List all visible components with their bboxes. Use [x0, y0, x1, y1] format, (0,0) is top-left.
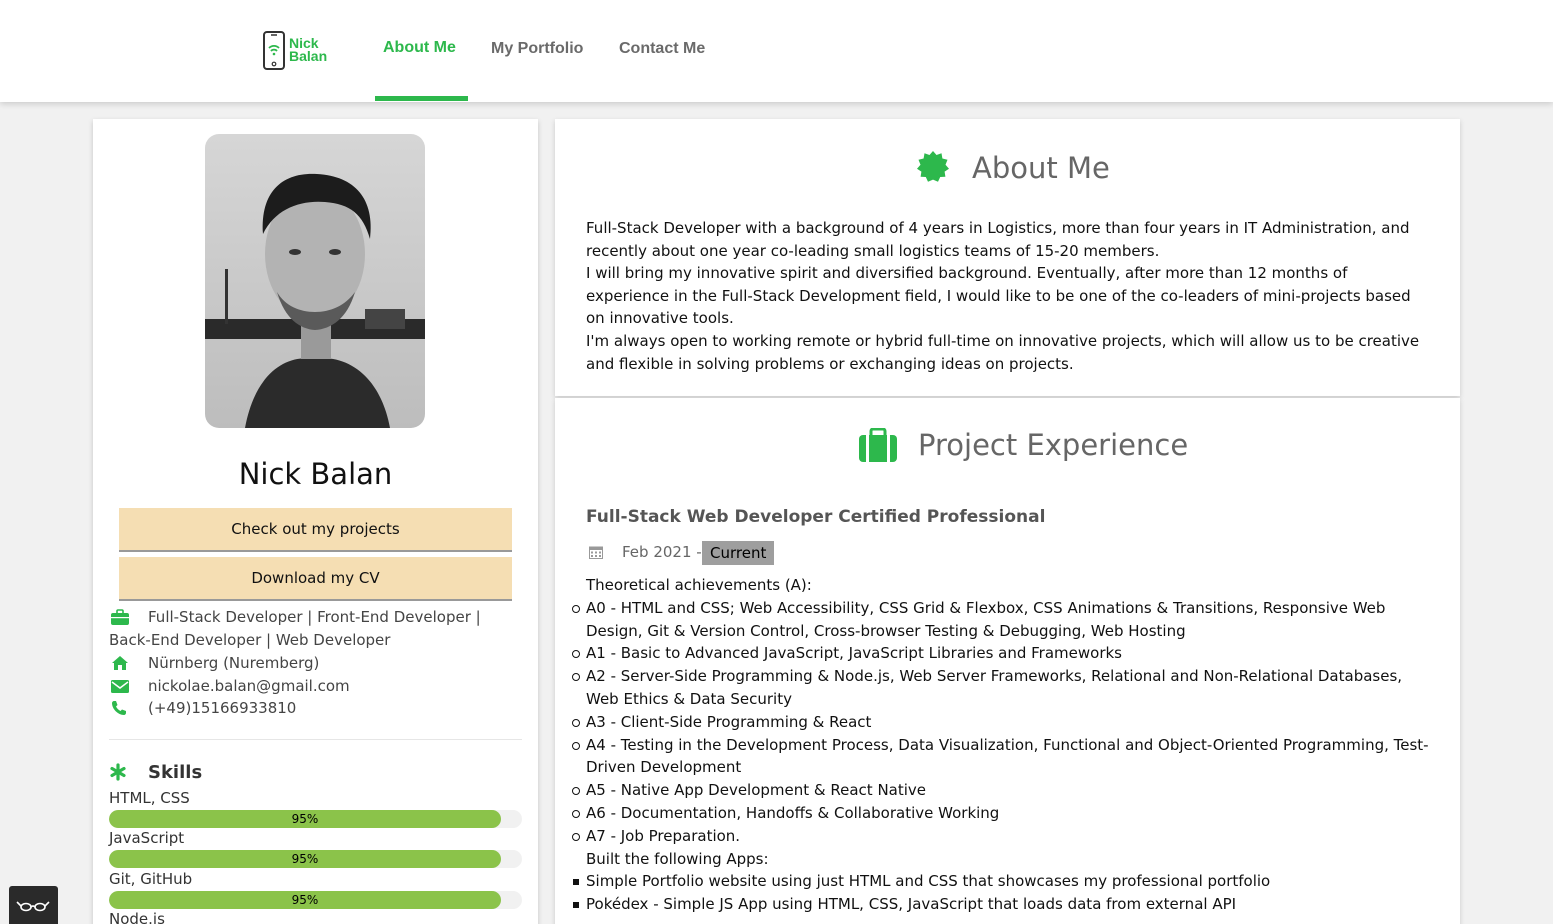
brand-name: Nick Balan	[289, 36, 328, 64]
profile-name: Nick Balan	[238, 457, 393, 491]
list-item: A2 - Server-Side Programming & Node.js, …	[572, 665, 1436, 711]
avatar	[205, 134, 425, 428]
apps-heading: Built the following Apps:	[586, 849, 769, 868]
list-item: A4 - Testing in the Development Process,…	[572, 734, 1436, 780]
accessibility-button[interactable]	[9, 886, 58, 924]
list-item: Pokédex - Simple JS App using HTML, CSS,…	[573, 893, 1436, 916]
home-icon	[112, 656, 128, 670]
skills-title: Skills	[148, 762, 203, 783]
skills-heading: Skills	[109, 762, 202, 783]
nav-active-indicator	[375, 96, 468, 101]
phone-row: (+49)15166933810	[109, 697, 509, 720]
about-paragraph: Full-Stack Developer with a background o…	[586, 219, 1410, 260]
about-paragraph: I'm always open to working remote or hyb…	[586, 331, 1420, 373]
location-text: Nürnberg (Nuremberg)	[148, 654, 320, 672]
briefcase-icon	[111, 609, 129, 625]
profile-card: Nick Balan Check out my projects Downloa…	[93, 119, 538, 924]
location-row: Nürnberg (Nuremberg)	[109, 652, 509, 675]
skill-label: JavaScript	[109, 829, 185, 847]
asterisk-icon	[110, 763, 126, 781]
skill-label: Git, GitHub	[109, 870, 193, 888]
list-item: A5 - Native App Development & React Nati…	[572, 779, 1436, 802]
skill-bar-fill: 95%	[109, 850, 501, 868]
nav-contact-me[interactable]: Contact Me	[619, 40, 705, 58]
list-item: A0 - HTML and CSS; Web Accessibility, CS…	[572, 597, 1436, 643]
calendar-icon	[589, 546, 603, 559]
skill-label: Node.js	[109, 910, 165, 924]
divider	[109, 739, 522, 740]
roles-text: Full-Stack Developer | Front-End Develop…	[109, 608, 481, 649]
about-title: About Me	[972, 151, 1110, 185]
brand-line-2: Balan	[289, 48, 328, 64]
brand-logo[interactable]: Nick Balan	[262, 31, 352, 71]
phone-text[interactable]: (+49)15166933810	[109, 697, 509, 720]
certificate-icon	[917, 151, 949, 182]
job-title: Full-Stack Web Developer Certified Profe…	[586, 507, 1046, 527]
skill-label: HTML, CSS	[109, 789, 190, 807]
envelope-icon	[111, 680, 129, 693]
phone-handset-icon	[112, 701, 126, 715]
list-item: A3 - Client-Side Programming & React	[572, 711, 1436, 734]
theory-list: A0 - HTML and CSS; Web Accessibility, CS…	[572, 597, 1436, 848]
nav-my-portfolio[interactable]: My Portfolio	[491, 40, 583, 58]
email-row: nickolae.balan@gmail.com	[109, 675, 509, 698]
skill-bar: 95%	[109, 810, 522, 828]
email-text[interactable]: nickolae.balan@gmail.com	[109, 675, 509, 698]
glasses-icon	[16, 901, 50, 912]
briefcase-icon	[859, 428, 897, 462]
phone-icon	[263, 31, 285, 70]
about-paragraph: I will bring my innovative spirit and di…	[586, 264, 1411, 328]
top-navbar: Nick Balan About Me My Portfolio Contact…	[0, 0, 1553, 102]
about-card: About Me Full-Stack Developer with a bac…	[555, 119, 1460, 396]
roles-row: Full-Stack Developer | Front-End Develop…	[109, 606, 509, 652]
job-date: Feb 2021 -	[622, 543, 702, 561]
skill-bar: 95%	[109, 850, 522, 868]
download-cv-button[interactable]: Download my CV	[119, 557, 512, 601]
status-badge: Current	[702, 541, 775, 565]
experience-card: Project Experience Full-Stack Web Develo…	[555, 398, 1460, 924]
list-item: A1 - Basic to Advanced JavaScript, JavaS…	[572, 642, 1436, 665]
list-item: A7 - Job Preparation.	[572, 825, 1436, 848]
skill-bar-fill: 95%	[109, 891, 501, 909]
experience-details: Theoretical achievements (A): A0 - HTML …	[572, 574, 1436, 916]
check-projects-button[interactable]: Check out my projects	[119, 508, 512, 552]
list-item: Simple Portfolio website using just HTML…	[573, 870, 1436, 893]
experience-title: Project Experience	[918, 428, 1189, 462]
about-text: Full-Stack Developer with a background o…	[586, 217, 1431, 375]
list-item: A6 - Documentation, Handoffs & Collabora…	[572, 802, 1436, 825]
skill-bar-fill: 95%	[109, 810, 501, 828]
nav-about-me[interactable]: About Me	[383, 39, 456, 57]
theory-heading: Theoretical achievements (A):	[586, 576, 812, 594]
skill-bar: 95%	[109, 891, 522, 909]
apps-list: Simple Portfolio website using just HTML…	[573, 870, 1436, 916]
